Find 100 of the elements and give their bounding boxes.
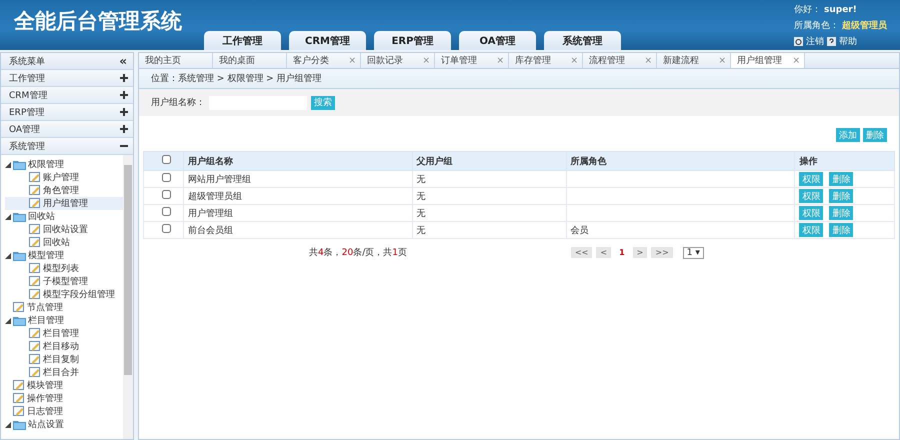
expanded-arrow-icon[interactable]: [5, 252, 11, 258]
folder-icon: [13, 250, 26, 260]
page-tab[interactable]: 我的桌面: [213, 53, 287, 68]
tree-item[interactable]: 权限管理: [5, 158, 123, 171]
expanded-arrow-icon[interactable]: [5, 422, 11, 428]
tree-item[interactable]: 站点设置: [5, 418, 123, 431]
tree-item[interactable]: 栏目合并: [5, 366, 123, 379]
nav-tab[interactable]: 工作管理: [204, 31, 281, 50]
nav-tab[interactable]: CRM管理: [289, 31, 366, 50]
page-tab[interactable]: 库存管理 ×: [509, 53, 583, 68]
plus-icon[interactable]: [120, 74, 128, 82]
page-button[interactable]: <<: [570, 247, 592, 258]
page-button[interactable]: <: [596, 247, 612, 258]
tree-item[interactable]: 用户组管理: [5, 197, 123, 210]
menu-section[interactable]: OA管理: [1, 121, 133, 138]
tree-item[interactable]: 模块管理: [5, 379, 123, 392]
section-label: OA管理: [9, 124, 40, 136]
tab-label: 客户分类: [293, 54, 329, 67]
column-header: 用户组名称: [183, 152, 412, 170]
tab-label: 新建流程: [663, 54, 699, 67]
menu-section[interactable]: ERP管理: [1, 104, 133, 121]
row-checkbox[interactable]: [162, 190, 171, 199]
tree-item[interactable]: 模型字段分组管理: [5, 288, 123, 301]
tree-item[interactable]: 栏目移动: [5, 340, 123, 353]
row-checkbox[interactable]: [162, 207, 171, 216]
page-pencil-icon: [29, 354, 41, 365]
plus-icon[interactable]: [120, 108, 128, 116]
tree-item[interactable]: 栏目复制: [5, 353, 123, 366]
page-tab[interactable]: 订单管理 ×: [435, 53, 509, 68]
scrollbar[interactable]: [123, 155, 133, 439]
page-tab[interactable]: 流程管理 ×: [583, 53, 657, 68]
folder-icon: [13, 160, 26, 170]
page-select[interactable]: 1 ▾: [682, 246, 704, 258]
tree-item[interactable]: 模型列表: [5, 262, 123, 275]
page-pencil-icon: [29, 224, 41, 235]
nav-tab[interactable]: ERP管理: [374, 31, 451, 50]
select-all-checkbox[interactable]: [162, 155, 171, 164]
tree-item[interactable]: 栏目管理: [5, 327, 123, 340]
tree-item[interactable]: 回收站: [5, 236, 123, 249]
nav-tab[interactable]: OA管理: [459, 31, 536, 50]
row-checkbox[interactable]: [162, 224, 171, 233]
plus-icon[interactable]: [120, 91, 128, 99]
menu-section[interactable]: CRM管理: [1, 87, 133, 104]
page-pencil-icon: [29, 237, 41, 248]
expanded-arrow-icon[interactable]: [5, 318, 11, 324]
page-pencil-icon: [29, 367, 41, 378]
table-cell: 前台会员组: [183, 222, 412, 238]
page-pencil-icon: [29, 198, 41, 209]
tab-label: 我的主页: [145, 54, 181, 67]
tree-item[interactable]: 操作管理: [5, 392, 123, 405]
help-link[interactable]: 帮助: [839, 35, 857, 48]
page-pencil-icon: [29, 276, 41, 287]
tree-item[interactable]: 模型管理: [5, 249, 123, 262]
logout-link[interactable]: 注销: [806, 35, 824, 48]
section-label: ERP管理: [9, 106, 44, 118]
app-title: 全能后台管理系统: [14, 8, 183, 35]
section-label: 系统管理: [9, 140, 45, 152]
help-icon[interactable]: [827, 37, 836, 46]
page-tab[interactable]: 回款记录 ×: [361, 53, 435, 68]
tree-item[interactable]: 子模型管理: [5, 275, 123, 288]
section-label: CRM管理: [9, 90, 48, 102]
minus-icon[interactable]: [120, 142, 128, 150]
user-name: super!: [824, 4, 857, 14]
table-cell: 无: [412, 170, 566, 188]
nav-tab[interactable]: 系统管理: [544, 31, 621, 50]
page-button[interactable]: >>: [651, 247, 673, 258]
folder-icon: [13, 420, 26, 430]
tree-item[interactable]: 栏目管理: [5, 314, 123, 327]
search-label: 用户组名称：: [151, 96, 205, 109]
tree-item[interactable]: 角色管理: [5, 184, 123, 197]
row-checkbox[interactable]: [162, 173, 171, 182]
role-name: 超级管理员: [842, 20, 887, 32]
tree-item[interactable]: 回收站设置: [5, 223, 123, 236]
menu-section[interactable]: 工作管理: [1, 70, 133, 87]
menu-section[interactable]: 系统管理: [1, 138, 133, 155]
role-label: 所属角色：: [794, 20, 839, 32]
page-tab[interactable]: 客户分类 ×: [287, 53, 361, 68]
page-tab[interactable]: 我的主页: [139, 53, 213, 68]
breadcrumb: 位置：系统管理 > 权限管理 > 用户组管理: [151, 72, 322, 85]
page-button[interactable]: >: [632, 247, 648, 258]
page-tab[interactable]: 新建流程 ×: [657, 53, 731, 68]
close-icon[interactable]: ×: [792, 56, 800, 66]
collapse-button[interactable]: «: [119, 54, 127, 68]
tree-item[interactable]: 回收站: [5, 210, 123, 223]
tab-label: 订单管理: [441, 54, 477, 67]
logout-icon[interactable]: [794, 37, 803, 46]
greeting-text: 你好：: [794, 4, 821, 16]
tree-item[interactable]: 日志管理: [5, 405, 123, 418]
expanded-arrow-icon[interactable]: [5, 214, 11, 220]
page-button[interactable]: 1: [615, 247, 629, 258]
page-pencil-icon: [29, 289, 41, 300]
plus-icon[interactable]: [120, 125, 128, 133]
page-tab[interactable]: 用户组管理 ×: [731, 53, 805, 68]
table-cell: 会员: [566, 222, 795, 238]
tree-item[interactable]: 账户管理: [5, 171, 123, 184]
page-pencil-icon: [29, 263, 41, 274]
tab-label: 用户组管理: [737, 54, 782, 67]
tree-item[interactable]: 节点管理: [5, 301, 123, 314]
tab-label: 我的桌面: [219, 54, 255, 67]
expanded-arrow-icon[interactable]: [5, 162, 11, 168]
